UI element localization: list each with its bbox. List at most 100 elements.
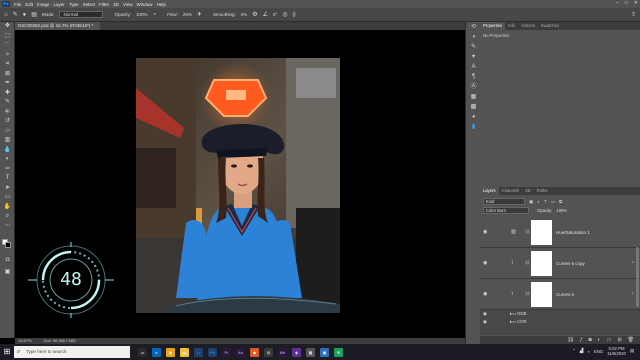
- tab-swatches[interactable]: Swatches: [538, 22, 562, 30]
- tab-info[interactable]: Info: [505, 22, 518, 30]
- move-tool-icon[interactable]: ✥: [0, 22, 15, 32]
- filter-pixel-icon[interactable]: ▣: [529, 199, 533, 205]
- eyedropper-tool-icon[interactable]: ✒: [0, 79, 15, 89]
- edge-icon[interactable]: e: [152, 347, 161, 357]
- menu-3d[interactable]: 3D: [113, 2, 119, 7]
- share-icon[interactable]: ⇪: [631, 11, 636, 18]
- menu-help[interactable]: Help: [157, 2, 166, 7]
- shape-tool-icon[interactable]: ▭: [0, 193, 15, 203]
- visibility-eye-icon[interactable]: ◉: [483, 229, 487, 235]
- folder-icon[interactable]: ▸▭: [510, 310, 516, 318]
- kind-filter-select[interactable]: Kind: [483, 198, 525, 205]
- after-effects-icon[interactable]: Ae: [236, 347, 245, 357]
- adjustments-panel-icon[interactable]: ◑: [466, 32, 481, 42]
- tab-paths[interactable]: Paths: [534, 187, 551, 195]
- layer-mask-thumbnail[interactable]: [531, 282, 552, 307]
- smoothing-value[interactable]: 0%: [241, 12, 248, 17]
- more-tools-icon[interactable]: ⋯: [0, 222, 15, 232]
- opacity-value[interactable]: 100%: [136, 12, 148, 17]
- pen-tool-icon[interactable]: ✑: [0, 165, 15, 175]
- tab-channels[interactable]: Channels: [499, 187, 523, 195]
- airbrush-icon[interactable]: ✈: [197, 11, 202, 18]
- filter-shape-icon[interactable]: ▭: [551, 199, 555, 205]
- volume-icon[interactable]: ◖: [587, 349, 590, 354]
- hue-saturation-adjustment-icon[interactable]: ▥: [511, 229, 516, 235]
- layer-row[interactable]: ◉ ⌇ ⛓ Curves 6 ◔: [480, 279, 640, 310]
- layer-name[interactable]: Curves 6: [556, 292, 574, 297]
- pressure-size-icon[interactable]: ◎: [282, 11, 287, 18]
- app-icon[interactable]: ◎: [264, 347, 273, 357]
- document-photo[interactable]: [136, 58, 340, 313]
- link-layers-icon[interactable]: ⛓: [568, 336, 574, 344]
- lasso-tool-icon[interactable]: ➰: [0, 41, 15, 51]
- windows-start-icon[interactable]: ⊞: [0, 344, 14, 360]
- learn-panel-icon[interactable]: ▮: [466, 122, 481, 132]
- network-icon[interactable]: ▟: [580, 348, 583, 354]
- styles-panel-icon[interactable]: ▦: [466, 92, 481, 102]
- premiere-icon[interactable]: Pr: [222, 347, 231, 357]
- layer-name[interactable]: Curves 6 copy: [556, 261, 585, 266]
- background-color-swatch[interactable]: [5, 242, 11, 248]
- layer-mask-thumbnail[interactable]: [531, 220, 552, 245]
- filter-type-icon[interactable]: T: [544, 199, 547, 204]
- maximize-button[interactable]: □: [625, 0, 628, 6]
- layers-scrollbar[interactable]: [636, 247, 639, 307]
- tab-3d[interactable]: 3D: [522, 187, 533, 195]
- minimize-button[interactable]: –: [616, 0, 619, 6]
- marquee-tool-icon[interactable]: ⬚: [0, 32, 15, 42]
- brush-settings-icon[interactable]: ▤: [31, 11, 37, 18]
- smoothing-settings-icon[interactable]: ⚙: [252, 11, 257, 18]
- delete-layer-icon[interactable]: 🗑: [628, 336, 634, 344]
- menu-select[interactable]: Select: [83, 2, 96, 7]
- blur-tool-icon[interactable]: 💧: [0, 146, 15, 156]
- new-group-icon[interactable]: ▭: [607, 336, 612, 344]
- brush-tool-icon[interactable]: ✎: [13, 11, 18, 18]
- layer-row[interactable]: ◉ ⌇ ⛓ Curves 6 copy ◔: [480, 248, 640, 279]
- group-name[interactable]: GDB: [517, 310, 526, 318]
- layer-row[interactable]: ◉ ▥ ⛓ Hue/Saturation 1: [480, 217, 640, 248]
- visibility-eye-icon[interactable]: ◉: [483, 291, 487, 297]
- file-explorer-icon[interactable]: ▬: [180, 347, 189, 357]
- visibility-eye-icon[interactable]: ◉: [483, 310, 487, 318]
- brush-preset-icon[interactable]: ●: [23, 12, 27, 18]
- app-icon[interactable]: ▣: [320, 347, 329, 357]
- menu-window[interactable]: Window: [137, 2, 153, 7]
- eraser-tool-icon[interactable]: ▱: [0, 127, 15, 137]
- brush-panel-icon[interactable]: ✎: [466, 42, 481, 52]
- history-panel-icon[interactable]: ⟲: [466, 22, 481, 32]
- notifications-icon[interactable]: ▤: [630, 348, 634, 354]
- mode-select[interactable]: Normal: [59, 11, 104, 18]
- curves-adjustment-icon[interactable]: ⌇: [511, 291, 513, 297]
- folder-icon[interactable]: ▸▭: [510, 318, 516, 326]
- menu-file[interactable]: File: [14, 2, 21, 7]
- pressure-opacity-icon[interactable]: ◔: [153, 12, 157, 18]
- calculator-icon[interactable]: ▦: [306, 347, 315, 357]
- lightroom-icon[interactable]: Lr: [194, 347, 203, 357]
- visibility-eye-icon[interactable]: ◉: [483, 260, 487, 266]
- curves-adjustment-icon[interactable]: ⌇: [511, 260, 513, 266]
- clock[interactable]: 5:02 PM 11/6/2020: [607, 346, 626, 356]
- color-panel-icon[interactable]: ◕: [466, 112, 481, 122]
- close-button[interactable]: ✕: [634, 0, 638, 6]
- symmetry-icon[interactable]: ⟠: [293, 11, 296, 18]
- brave-icon[interactable]: ◆: [250, 347, 259, 357]
- fx-icon[interactable]: ƒ: [580, 336, 583, 344]
- brushes-panel-icon[interactable]: ✦: [466, 52, 481, 62]
- healing-tool-icon[interactable]: ✚: [0, 89, 15, 99]
- media-encoder-icon[interactable]: Me: [278, 347, 287, 357]
- document-tab[interactable]: DSC00282.psd @ 16.7% (RGB/16*) *: [15, 22, 100, 30]
- menu-layer[interactable]: Layer: [54, 2, 65, 7]
- path-select-tool-icon[interactable]: ➤: [0, 184, 15, 194]
- filter-adjustment-icon[interactable]: ◐: [537, 199, 540, 204]
- tab-actions[interactable]: Actions: [518, 22, 538, 30]
- home-icon[interactable]: ⌂: [4, 12, 8, 18]
- menu-image[interactable]: Image: [37, 2, 50, 7]
- flow-value[interactable]: 25%: [183, 12, 192, 17]
- menu-view[interactable]: View: [123, 2, 133, 7]
- glyphs-panel-icon[interactable]: Ⓐ: [466, 82, 481, 92]
- tab-layers[interactable]: Layers: [480, 187, 499, 195]
- layer-name[interactable]: Hue/Saturation 1: [556, 230, 590, 235]
- app-icon[interactable]: ◈: [292, 347, 301, 357]
- character-panel-icon[interactable]: A: [466, 62, 481, 72]
- group-name[interactable]: COR: [517, 318, 527, 326]
